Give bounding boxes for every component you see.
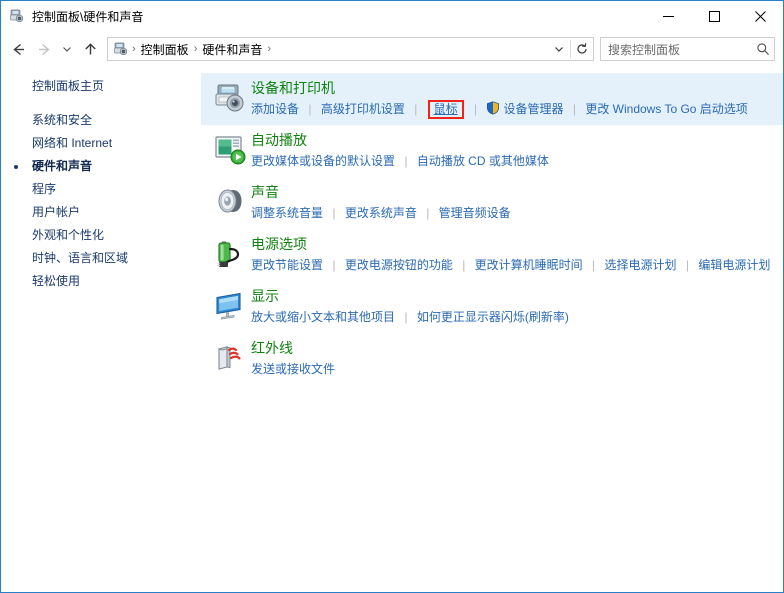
section-title[interactable]: 电源选项 <box>251 235 307 254</box>
divider: | <box>462 258 466 272</box>
divider: | <box>332 206 336 220</box>
divider: | <box>414 102 418 116</box>
maximize-button[interactable] <box>691 1 737 31</box>
back-button[interactable] <box>5 36 31 62</box>
link-make-text-larger-or-smaller[interactable]: 放大或缩小文本和其他项目 <box>251 308 395 327</box>
link-change-system-sounds[interactable]: 更改系统声音 <box>345 204 417 223</box>
section-autoplay[interactable]: 自动播放 更改媒体或设备的默认设置 | 自动播放 CD 或其他媒体 <box>201 125 783 177</box>
section-links: 发送或接收文件 <box>251 360 775 379</box>
divider: | <box>426 206 430 220</box>
sidebar-item-hardware-sound[interactable]: 硬件和声音 <box>1 155 201 178</box>
sidebar-item-appearance-personalization[interactable]: 外观和个性化 <box>1 224 201 247</box>
link-choose-power-plan[interactable]: 选择电源计划 <box>604 256 676 275</box>
sidebar-item-ease-of-access[interactable]: 轻松使用 <box>1 270 201 293</box>
sidebar-item-clock-language-region[interactable]: 时钟、语言和区域 <box>1 247 201 270</box>
section-body: 显示 放大或缩小文本和其他项目 | 如何更正显示器闪烁(刷新率) <box>251 287 775 327</box>
sidebar-navigation: 控制面板主页 系统和安全 网络和 Internet 硬件和声音 程序 用户帐户 … <box>1 67 201 592</box>
link-change-power-button-behavior[interactable]: 更改电源按钮的功能 <box>345 256 453 275</box>
section-links: 调整系统音量 | 更改系统声音 | 管理音频设备 <box>251 204 775 223</box>
link-adjust-system-volume[interactable]: 调整系统音量 <box>251 204 323 223</box>
sidebar-item-user-accounts[interactable]: 用户帐户 <box>1 201 201 224</box>
section-body: 声音 调整系统音量 | 更改系统声音 | 管理音频设备 <box>251 183 775 223</box>
breadcrumb-item-hardware-sound[interactable]: 硬件和声音 <box>198 41 266 58</box>
forward-button[interactable] <box>31 36 57 62</box>
sidebar-item-programs[interactable]: 程序 <box>1 178 201 201</box>
control-panel-window: 控制面板\硬件和声音 › 控制面板 › 硬件和声音 › 搜索控制面板 控制面板主… <box>0 0 784 593</box>
link-mouse[interactable]: 鼠标 <box>427 100 464 119</box>
divider: | <box>592 258 596 272</box>
window-title: 控制面板\硬件和声音 <box>32 9 144 24</box>
devices-printers-icon <box>113 41 129 57</box>
refresh-icon[interactable] <box>571 38 593 60</box>
section-infrared[interactable]: 红外线 发送或接收文件 <box>201 333 783 385</box>
section-links: 更改媒体或设备的默认设置 | 自动播放 CD 或其他媒体 <box>251 152 775 171</box>
link-change-computer-sleep-time[interactable]: 更改计算机睡眠时间 <box>475 256 583 275</box>
divider: | <box>332 258 336 272</box>
section-body: 设备和打印机 添加设备 | 高级打印机设置 | 鼠标 | 设备管理器 | 更改 … <box>251 79 775 119</box>
address-bar-controls <box>548 38 593 60</box>
search-icon[interactable] <box>752 42 774 56</box>
content-area: 设备和打印机 添加设备 | 高级打印机设置 | 鼠标 | 设备管理器 | 更改 … <box>201 67 783 592</box>
shield-icon <box>486 101 500 115</box>
caption-buttons <box>645 1 783 31</box>
chevron-down-icon[interactable] <box>548 38 570 60</box>
divider: | <box>685 258 689 272</box>
address-bar[interactable]: › 控制面板 › 硬件和声音 › <box>107 37 594 61</box>
breadcrumb-separator: › <box>267 43 272 55</box>
section-body: 电源选项 更改节能设置 | 更改电源按钮的功能 | 更改计算机睡眠时间 | 选择… <box>251 235 775 275</box>
section-title[interactable]: 设备和打印机 <box>251 79 335 98</box>
autoplay-icon <box>209 131 251 167</box>
section-title[interactable]: 声音 <box>251 183 279 202</box>
link-edit-power-plan[interactable]: 编辑电源计划 <box>698 256 770 275</box>
section-links: 添加设备 | 高级打印机设置 | 鼠标 | 设备管理器 | 更改 Windows… <box>251 100 775 119</box>
section-power-options[interactable]: 电源选项 更改节能设置 | 更改电源按钮的功能 | 更改计算机睡眠时间 | 选择… <box>201 229 783 281</box>
breadcrumb-item-control-panel[interactable]: 控制面板 <box>137 41 193 58</box>
link-device-manager[interactable]: 设备管理器 <box>503 100 563 119</box>
link-send-or-receive-files[interactable]: 发送或接收文件 <box>251 360 335 379</box>
section-links: 放大或缩小文本和其他项目 | 如何更正显示器闪烁(刷新率) <box>251 308 775 327</box>
power-options-icon <box>209 235 251 271</box>
link-fix-display-flicker[interactable]: 如何更正显示器闪烁(刷新率) <box>417 308 569 327</box>
search-box[interactable]: 搜索控制面板 <box>600 37 775 61</box>
link-advanced-printer-setup[interactable]: 高级打印机设置 <box>321 100 405 119</box>
link-add-device[interactable]: 添加设备 <box>251 100 299 119</box>
sound-icon <box>209 183 251 219</box>
section-title[interactable]: 自动播放 <box>251 131 307 150</box>
section-title[interactable]: 显示 <box>251 287 279 306</box>
sidebar-item-control-panel-home[interactable]: 控制面板主页 <box>1 75 201 98</box>
link-change-power-saving-settings[interactable]: 更改节能设置 <box>251 256 323 275</box>
minimize-button[interactable] <box>645 1 691 31</box>
divider: | <box>404 154 408 168</box>
search-input[interactable]: 搜索控制面板 <box>601 41 752 58</box>
section-links: 更改节能设置 | 更改电源按钮的功能 | 更改计算机睡眠时间 | 选择电源计划 … <box>251 256 775 275</box>
section-sound[interactable]: 声音 调整系统音量 | 更改系统声音 | 管理音频设备 <box>201 177 783 229</box>
display-icon <box>209 287 251 323</box>
link-windows-to-go-startup-options[interactable]: 更改 Windows To Go 启动选项 <box>585 100 747 119</box>
sidebar-item-system-security[interactable]: 系统和安全 <box>1 109 201 132</box>
link-manage-audio-devices[interactable]: 管理音频设备 <box>439 204 511 223</box>
divider: | <box>404 310 408 324</box>
section-body: 红外线 发送或接收文件 <box>251 339 775 379</box>
divider: | <box>474 102 478 116</box>
divider: | <box>572 102 576 116</box>
close-button[interactable] <box>737 1 783 31</box>
link-play-cd-or-other-media[interactable]: 自动播放 CD 或其他媒体 <box>417 152 549 171</box>
section-display[interactable]: 显示 放大或缩小文本和其他项目 | 如何更正显示器闪烁(刷新率) <box>201 281 783 333</box>
devices-printers-icon <box>9 8 25 24</box>
section-devices-and-printers[interactable]: 设备和打印机 添加设备 | 高级打印机设置 | 鼠标 | 设备管理器 | 更改 … <box>201 73 783 125</box>
title-bar: 控制面板\硬件和声音 <box>1 1 783 31</box>
window-body: 控制面板主页 系统和安全 网络和 Internet 硬件和声音 程序 用户帐户 … <box>1 67 783 592</box>
sidebar-item-network-internet[interactable]: 网络和 Internet <box>1 132 201 155</box>
recent-locations-button[interactable] <box>57 36 77 62</box>
up-button[interactable] <box>77 36 103 62</box>
navigation-toolbar: › 控制面板 › 硬件和声音 › 搜索控制面板 <box>1 31 783 67</box>
link-change-default-settings-for-media[interactable]: 更改媒体或设备的默认设置 <box>251 152 395 171</box>
section-body: 自动播放 更改媒体或设备的默认设置 | 自动播放 CD 或其他媒体 <box>251 131 775 171</box>
devices-printers-icon <box>209 79 251 115</box>
infrared-icon <box>209 339 251 375</box>
divider: | <box>308 102 312 116</box>
section-title[interactable]: 红外线 <box>251 339 293 358</box>
